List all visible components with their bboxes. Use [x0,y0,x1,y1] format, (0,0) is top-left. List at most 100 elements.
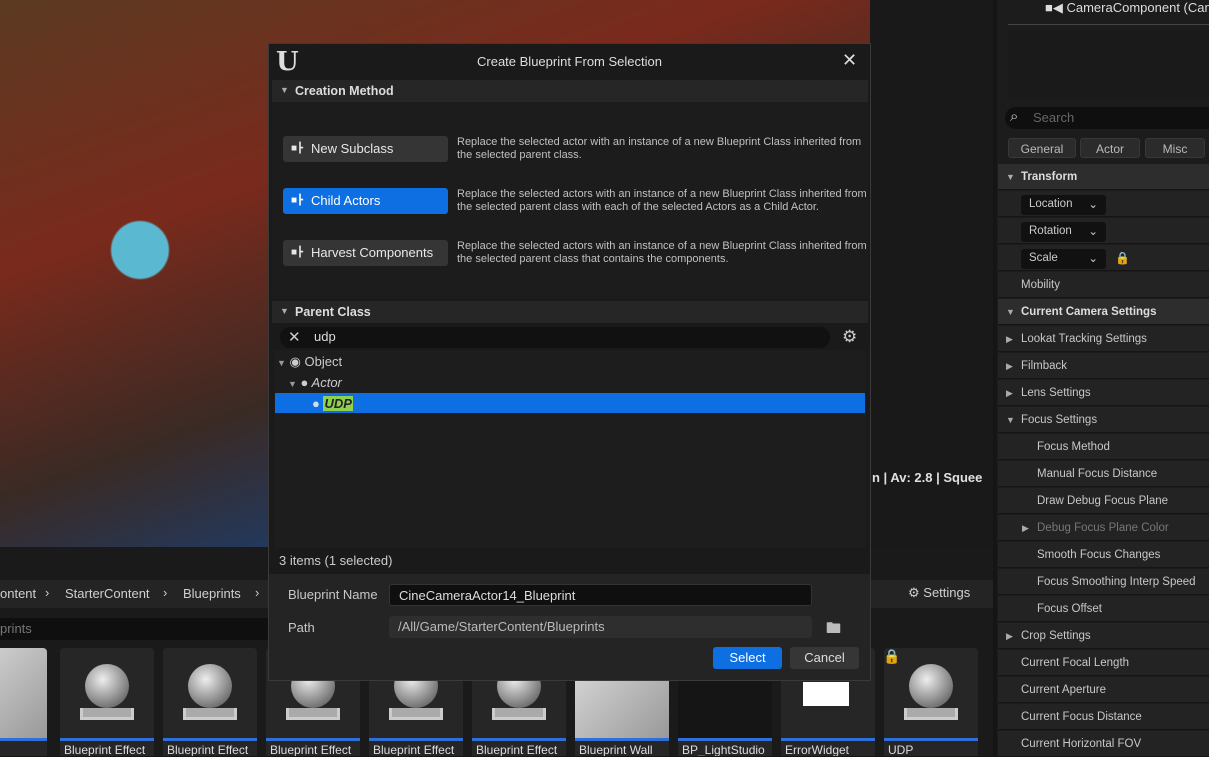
asset-label: ErrorWidget [785,743,850,756]
blueprint-name-input[interactable]: CineCameraActor14_Blueprint [389,584,812,606]
property-label: Focus Smoothing Interp Speed [1037,576,1196,588]
property-row[interactable]: ▶ Debug Focus Plane Color [998,515,1209,541]
property-row[interactable]: Current Aperture [998,677,1209,703]
triangle-down-icon: ▼ [288,379,297,389]
property-row[interactable]: ▶ Crop Settings [998,623,1209,649]
property-label: Lookat Tracking Settings [1021,333,1147,345]
property-row[interactable]: Current Horizontal FOV [998,731,1209,757]
property-row[interactable]: Current Focal Length [998,650,1209,676]
blueprint-name-label: Blueprint Name [288,587,378,602]
gear-icon: ⚙ [908,585,920,600]
tree-item-udp[interactable]: ● UDP [312,396,353,411]
parent-class-header[interactable]: ▼ Parent Class [272,301,868,323]
asset-thumbnail [163,648,257,738]
method-button[interactable]: ■┣ New Subclass [283,136,448,162]
method-button[interactable]: ■┣ Harvest Components [283,240,448,266]
asset-thumbnail [0,648,47,738]
close-icon[interactable]: ✕ [842,50,857,71]
asset-tile[interactable]: nt [0,648,47,756]
actor-icon: ● [300,375,309,390]
property-row[interactable]: Current Focus Distance [998,704,1209,730]
asset-tile[interactable]: Blueprint Effect [163,648,257,756]
content-browser-settings-button[interactable]: ⚙ Settings [908,585,970,601]
triangle-down-icon: ▼ [1006,415,1015,425]
filter-tab-actor[interactable]: Actor [1080,138,1140,158]
property-label: Focus Method [1037,441,1110,453]
clear-search-icon[interactable]: ✕ [288,328,301,346]
asset-type-band [266,738,360,741]
creation-method-header[interactable]: ▼ Creation Method [272,80,868,102]
item-count: 3 items (1 selected) [279,553,393,568]
filter-tab-general[interactable]: General [1008,138,1076,158]
asset-type-band [575,738,669,741]
viewport-camera-stats: n | Av: 2.8 | Squee [872,470,983,485]
method-description: Replace the selected actors with an inst… [457,240,867,265]
property-row[interactable]: Draw Debug Focus Plane [998,488,1209,514]
parent-class-search-input[interactable]: ✕ udp [280,327,830,348]
tree-item-actor[interactable]: ▼ ● Actor [288,375,342,390]
section-label: Parent Class [295,305,371,319]
triangle-right-icon: ▶ [1022,523,1029,533]
property-row[interactable]: ▶ Lookat Tracking Settings [998,326,1209,352]
camera-icon: ■◀ [1045,0,1063,15]
breadcrumb-startercontent[interactable]: StarterContent [65,586,150,601]
chevron-right-icon[interactable]: › [255,585,259,600]
blueprint-hierarchy-icon: ■┣ [291,247,304,258]
tree-item-object[interactable]: ▼ ◉ Object [277,354,342,370]
gear-icon[interactable]: ⚙ [842,327,857,347]
details-search-input[interactable]: ⌕ Search [1005,107,1209,129]
property-label: Draw Debug Focus Plane [1037,495,1169,507]
property-row[interactable]: Mobility [998,272,1209,298]
property-row[interactable]: Focus Method [998,434,1209,460]
content-browser-search-input[interactable]: prints [0,618,268,640]
triangle-down-icon: ▼ [277,358,286,368]
filter-tab-misc[interactable]: Misc [1145,138,1205,158]
property-row[interactable]: ▶ Filmback [998,353,1209,379]
pedestal-icon [904,708,958,720]
property-row[interactable]: Focus Smoothing Interp Speed [998,569,1209,595]
property-row[interactable]: Smooth Focus Changes [998,542,1209,568]
search-icon: ⌕ [1010,108,1019,125]
breadcrumb-blueprints[interactable]: Blueprints [183,586,241,601]
property-row[interactable]: Focus Offset [998,596,1209,622]
asset-tile[interactable]: Blueprint Effect [60,648,154,756]
asset-label: Blueprint Effect [167,743,249,756]
component-tree [1008,30,1209,100]
asset-type-band [781,738,875,741]
asset-type-band [678,738,772,741]
asset-label: Blueprint Wall [579,743,653,756]
property-dropdown[interactable]: Location ⌄ [1021,195,1106,215]
property-dropdown[interactable]: Rotation ⌄ [1021,222,1106,242]
cancel-button[interactable]: Cancel [790,647,859,669]
property-row[interactable]: ▼ Current Camera Settings [998,299,1209,325]
folder-icon[interactable]: 🖿 [826,618,841,643]
chevron-right-icon[interactable]: › [163,585,167,600]
lock-icon[interactable]: 🔒 [883,648,900,665]
triangle-right-icon: ▶ [1006,388,1013,398]
chevron-right-icon[interactable]: › [45,585,49,600]
lock-icon[interactable]: 🔒 [1115,251,1130,265]
breadcrumb-content[interactable]: ontent [0,586,36,601]
path-input[interactable]: /All/Game/StarterContent/Blueprints [389,616,812,638]
property-label: Current Horizontal FOV [1021,738,1142,750]
method-button[interactable]: ■┣ Child Actors [283,188,448,214]
property-row[interactable]: ▶ Lens Settings [998,380,1209,406]
property-row[interactable]: Manual Focus Distance [998,461,1209,487]
pedestal-icon [286,708,340,720]
settings-label: Settings [923,585,971,600]
path-label: Path [288,620,315,635]
sphere-icon [85,664,129,708]
selected-row-highlight [275,393,865,413]
property-dropdown[interactable]: Scale ⌄ [1021,249,1106,269]
triangle-right-icon: ▶ [1006,361,1013,371]
property-row[interactable]: ▼ Transform [998,164,1209,190]
pedestal-icon [80,708,134,720]
sphere-icon [909,664,953,708]
select-button[interactable]: Select [713,647,782,669]
chevron-down-icon: ⌄ [1088,226,1098,238]
object-icon: ◉ [289,354,301,369]
tree-label: Object [304,354,343,369]
chevron-down-icon: ⌄ [1088,199,1098,211]
property-row[interactable]: ▼ Focus Settings [998,407,1209,433]
component-item[interactable]: ■◀ CameraComponent (Cam [1045,0,1209,16]
